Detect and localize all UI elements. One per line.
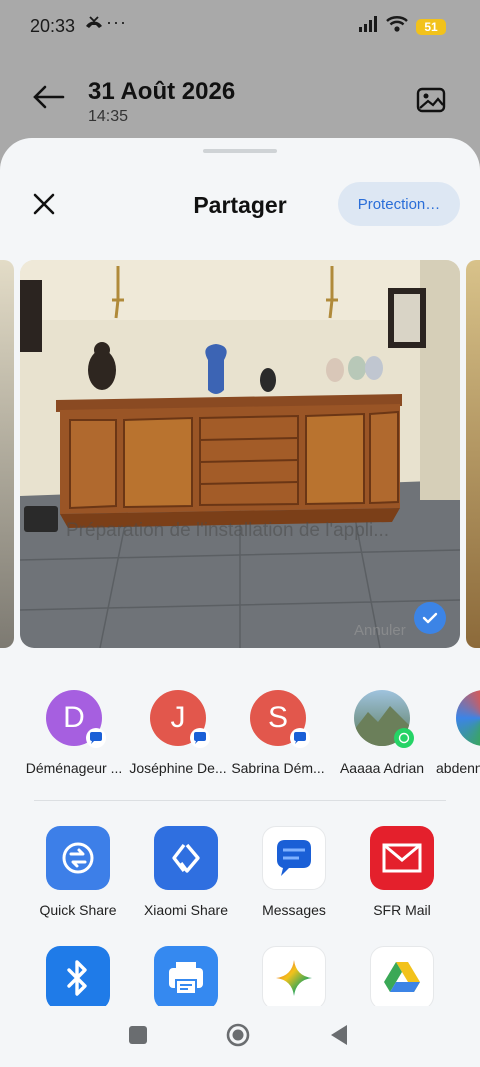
avatar: D bbox=[46, 690, 106, 748]
app-xiaomi-share[interactable]: Xiaomi Share bbox=[131, 826, 241, 918]
gallery-icon[interactable] bbox=[416, 86, 446, 114]
next-image-thumbnail[interactable] bbox=[466, 260, 480, 648]
wifi-icon bbox=[386, 16, 408, 37]
gallery-header: 31 Août 2026 14:35 bbox=[0, 52, 480, 152]
avatar-initial: J bbox=[170, 701, 186, 734]
previous-image-thumbnail[interactable] bbox=[0, 260, 14, 648]
whatsapp-icon bbox=[394, 728, 414, 748]
print-icon bbox=[154, 946, 218, 1010]
contact-item[interactable]: abdenn bbox=[436, 690, 480, 776]
protection-button[interactable]: Protection… bbox=[338, 182, 460, 226]
selected-check-icon[interactable] bbox=[414, 602, 446, 634]
photo-time: 14:35 bbox=[88, 108, 129, 125]
contact-item[interactable]: Aaaaa Adrian bbox=[330, 690, 434, 776]
app-label: Xiaomi Share bbox=[143, 902, 229, 918]
contact-item[interactable]: J Joséphine De... bbox=[126, 690, 230, 776]
recents-icon[interactable] bbox=[125, 1022, 151, 1048]
google-drive-icon bbox=[370, 946, 434, 1010]
status-bar: 20:33 ··· 51 bbox=[0, 0, 480, 52]
avatar bbox=[354, 690, 414, 748]
avatar-initial: D bbox=[63, 701, 85, 734]
contact-name: Aaaaa Adrian bbox=[339, 760, 425, 776]
app-label: SFR Mail bbox=[373, 902, 431, 918]
app-bluetooth[interactable] bbox=[23, 946, 133, 1010]
more-notifications-icon: ··· bbox=[106, 12, 127, 32]
contact-item[interactable]: D Déménageur ... bbox=[22, 690, 126, 776]
quick-share-icon bbox=[46, 826, 110, 890]
sheet-handle[interactable] bbox=[203, 149, 277, 153]
app-gemini[interactable] bbox=[239, 946, 349, 1010]
signal-icon bbox=[358, 16, 378, 37]
image-carousel[interactable]: Préparation de l'installation de l'appli… bbox=[0, 260, 480, 650]
share-sheet: Partager Protection… Préparation de l'in… bbox=[0, 138, 480, 1067]
back-arrow-icon[interactable] bbox=[30, 82, 66, 112]
avatar: J bbox=[150, 690, 210, 748]
avatar bbox=[456, 690, 480, 746]
app-print[interactable] bbox=[131, 946, 241, 1010]
bluetooth-icon bbox=[46, 946, 110, 1010]
navigation-bar bbox=[0, 1006, 480, 1067]
app-label: Messages bbox=[262, 902, 326, 918]
contact-name: Joséphine De... bbox=[129, 760, 227, 776]
status-time: 20:33 bbox=[30, 16, 76, 36]
app-label: Quick Share bbox=[39, 902, 117, 918]
photo-date: 31 Août 2026 bbox=[88, 78, 236, 105]
home-icon[interactable] bbox=[225, 1022, 251, 1048]
app-quick-share[interactable]: Quick Share bbox=[23, 826, 133, 918]
status-right: 51 bbox=[358, 16, 446, 37]
battery-icon: 51 bbox=[416, 18, 446, 35]
messages-icon bbox=[190, 728, 210, 748]
xiaomi-share-icon bbox=[154, 826, 218, 890]
photo-overlay-text: Préparation de l'installation de l'appli… bbox=[66, 520, 389, 541]
app-google-drive[interactable] bbox=[347, 946, 457, 1010]
avatar-initial: S bbox=[267, 701, 288, 734]
contact-name: Déménageur ... bbox=[25, 760, 123, 776]
contacts-row: D Déménageur ... J Joséphine De... S Sab… bbox=[0, 690, 480, 790]
mail-icon bbox=[370, 826, 434, 890]
messages-icon bbox=[262, 826, 326, 890]
back-icon[interactable] bbox=[327, 1022, 353, 1048]
contact-name: Sabrina Dém... bbox=[231, 760, 325, 776]
messages-icon bbox=[86, 728, 106, 748]
avatar: S bbox=[250, 690, 310, 748]
contact-name: abdenn bbox=[436, 760, 480, 776]
contact-item[interactable]: S Sabrina Dém... bbox=[226, 690, 330, 776]
missed-call-icon bbox=[84, 14, 104, 37]
divider bbox=[34, 800, 446, 801]
selected-photo[interactable]: Préparation de l'installation de l'appli… bbox=[20, 260, 460, 648]
photo-cancel-text: Annuler bbox=[354, 622, 406, 639]
gemini-icon bbox=[262, 946, 326, 1010]
messages-icon bbox=[290, 728, 310, 748]
app-sfr-mail[interactable]: SFR Mail bbox=[347, 826, 457, 918]
app-messages[interactable]: Messages bbox=[239, 826, 349, 918]
